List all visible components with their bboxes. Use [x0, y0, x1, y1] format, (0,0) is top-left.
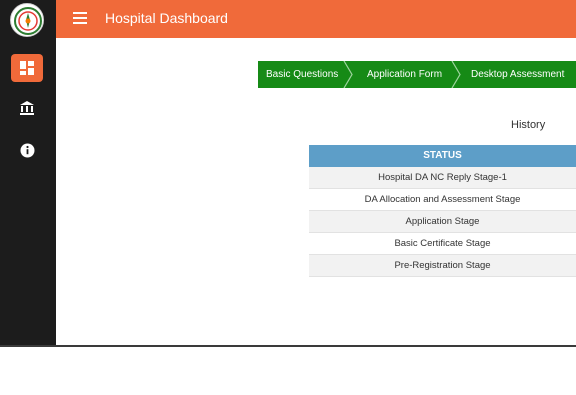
table-row: Basic Certificate Stage [309, 233, 576, 255]
dashboard-icon [20, 61, 34, 75]
table-row: DA Allocation and Assessment Stage [309, 189, 576, 211]
hamburger-menu-icon[interactable] [73, 12, 87, 24]
table-row: Pre-Registration Stage [309, 255, 576, 277]
step-desktop-assessment[interactable]: Desktop Assessment [471, 61, 564, 88]
page-title: Hospital Dashboard [105, 10, 228, 26]
sidebar-item-dashboard[interactable] [11, 54, 43, 82]
step-application-form[interactable]: Application Form [367, 61, 442, 88]
hospital-logo[interactable] [10, 3, 44, 37]
bank-icon [20, 101, 34, 115]
emblem-icon [14, 7, 42, 35]
step-basic-questions[interactable]: Basic Questions [266, 61, 338, 88]
sidebar [0, 0, 56, 345]
sidebar-item-info[interactable] [11, 136, 43, 164]
bottom-divider [0, 345, 576, 347]
table-row: Application Stage [309, 211, 576, 233]
table-row: Hospital DA NC Reply Stage-1 [309, 167, 576, 189]
progress-stepper: Basic Questions Application Form Desktop… [258, 61, 576, 88]
top-bar: Hospital Dashboard [56, 0, 576, 38]
status-table-header: STATUS [309, 145, 576, 167]
sidebar-item-institution[interactable] [11, 94, 43, 122]
info-icon [20, 143, 34, 157]
status-table: STATUS Hospital DA NC Reply Stage-1 DA A… [309, 145, 576, 277]
history-link[interactable]: History [511, 119, 545, 131]
app-frame: Hospital Dashboard Basic Questions Appli… [0, 0, 576, 345]
